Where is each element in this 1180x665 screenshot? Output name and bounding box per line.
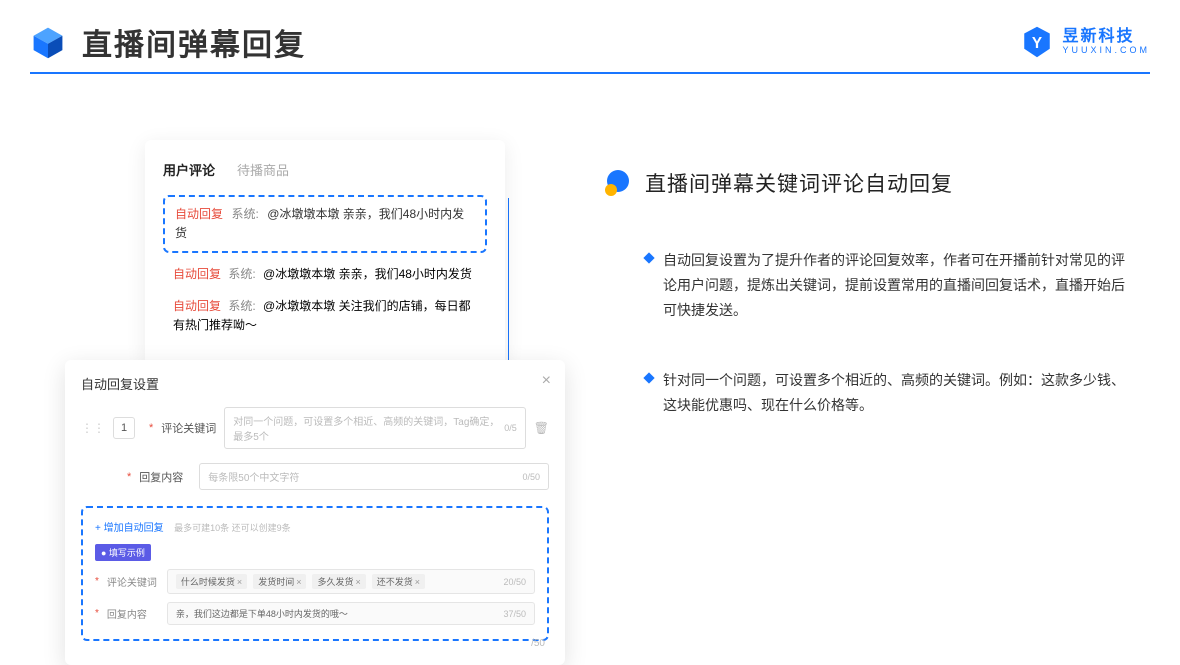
- field-label-content: 回复内容: [139, 469, 191, 485]
- comment-text: @冰墩墩本墩 亲亲，我们48小时内发货: [263, 267, 472, 281]
- section-title: 直播间弹幕关键词评论自动回复: [645, 168, 953, 198]
- example-content-input[interactable]: 亲，我们这边都是下单48小时内发货的哦～ 37/50: [167, 602, 535, 625]
- add-hint: 最多可建10条 还可以创建9条: [174, 523, 291, 533]
- content-row: * 回复内容 每条限50个中文字符 0/50: [121, 463, 549, 490]
- keyword-input[interactable]: 对同一个问题，可设置多个相近、高频的关键词，Tag确定，最多5个 0/5: [224, 407, 525, 449]
- required-star: *: [149, 422, 153, 434]
- field-label-keyword: 评论关键词: [161, 420, 216, 436]
- rule-number: 1: [113, 417, 135, 439]
- chat-bubble-icon: [605, 170, 631, 196]
- bullet-item: 自动回复设置为了提升作者的评论回复效率，作者可在开播前针对常见的评论用户问题，提…: [645, 248, 1125, 324]
- brand-url: YUUXIN.COM: [1062, 46, 1150, 56]
- tag-chip[interactable]: 还不发货: [372, 574, 425, 589]
- tabs: 用户评论 待播商品: [163, 160, 487, 179]
- example-keyword-row: * 评论关键词 什么时候发货 发货时间 多久发货 还不发货 20/50: [95, 569, 535, 594]
- comment-card: 用户评论 待播商品 自动回复 系统: @冰墩墩本墩 亲亲，我们48小时内发货 自…: [145, 140, 505, 365]
- comment-row: 自动回复 系统: @冰墩墩本墩 亲亲，我们48小时内发货: [163, 265, 487, 284]
- example-box: + 增加自动回复 最多可建10条 还可以创建9条 ● 填写示例 * 评论关键词 …: [81, 506, 549, 641]
- brand-logo-icon: Y: [1020, 25, 1054, 59]
- diamond-icon: [643, 252, 654, 263]
- auto-reply-tag: 自动回复: [175, 207, 223, 221]
- example-badge: ● 填写示例: [95, 544, 151, 561]
- system-tag: 系统:: [231, 207, 258, 221]
- brand-block: Y 昱新科技 YUUXIN.COM: [1020, 25, 1150, 59]
- tab-pending-goods[interactable]: 待播商品: [237, 160, 289, 179]
- settings-modal: 自动回复设置 × ⋮⋮ 1 * 评论关键词 对同一个问题，可设置多个相近、高频的…: [65, 360, 565, 665]
- tag-chip[interactable]: 什么时候发货: [176, 574, 247, 589]
- example-keyword-input[interactable]: 什么时候发货 发货时间 多久发货 还不发货 20/50: [167, 569, 535, 594]
- comment-row: 自动回复 系统: @冰墩墩本墩 关注我们的店铺，每日都有热门推荐呦～: [163, 297, 487, 335]
- tag-chip[interactable]: 发货时间: [253, 574, 306, 589]
- example-label: 回复内容: [107, 606, 159, 621]
- content-input[interactable]: 每条限50个中文字符 0/50: [199, 463, 549, 490]
- counter: 0/5: [504, 423, 517, 433]
- keyword-row: ⋮⋮ 1 * 评论关键词 对同一个问题，可设置多个相近、高频的关键词，Tag确定…: [81, 407, 549, 449]
- svg-text:Y: Y: [1032, 35, 1042, 52]
- bullet-text: 自动回复设置为了提升作者的评论回复效率，作者可在开播前针对常见的评论用户问题，提…: [663, 248, 1125, 324]
- counter: 20/50: [503, 577, 526, 587]
- counter: 37/50: [503, 609, 526, 619]
- cube-icon: [30, 24, 66, 60]
- header-divider: [30, 72, 1150, 74]
- counter: 0/50: [522, 472, 540, 482]
- close-icon[interactable]: ×: [542, 372, 551, 390]
- example-label: 评论关键词: [107, 574, 159, 589]
- drag-handle-icon[interactable]: ⋮⋮: [81, 421, 105, 435]
- required-star: *: [127, 471, 131, 483]
- delete-icon[interactable]: 🗑: [534, 421, 549, 435]
- tag-chip[interactable]: 多久发货: [312, 574, 365, 589]
- bullet-text: 针对同一个问题，可设置多个相近的、高频的关键词。例如：这款多少钱、这块能优惠吗、…: [663, 368, 1125, 418]
- highlighted-comment: 自动回复 系统: @冰墩墩本墩 亲亲，我们48小时内发货: [163, 195, 487, 253]
- right-content: 直播间弹幕关键词评论自动回复 自动回复设置为了提升作者的评论回复效率，作者可在开…: [605, 168, 1125, 462]
- page-header: 直播间弹幕回复 Y 昱新科技 YUUXIN.COM: [30, 20, 1150, 64]
- brand-name: 昱新科技: [1062, 28, 1150, 46]
- page-title: 直播间弹幕回复: [82, 20, 306, 64]
- example-content-row: * 回复内容 亲，我们这边都是下单48小时内发货的哦～ 37/50: [95, 602, 535, 625]
- add-auto-reply-link[interactable]: + 增加自动回复: [95, 523, 164, 534]
- diamond-icon: [643, 372, 654, 383]
- settings-title: 自动回复设置: [81, 374, 549, 393]
- tab-user-comments[interactable]: 用户评论: [163, 160, 215, 179]
- below-counter: /50: [531, 638, 545, 649]
- bullet-item: 针对同一个问题，可设置多个相近的、高频的关键词。例如：这款多少钱、这块能优惠吗、…: [645, 368, 1125, 418]
